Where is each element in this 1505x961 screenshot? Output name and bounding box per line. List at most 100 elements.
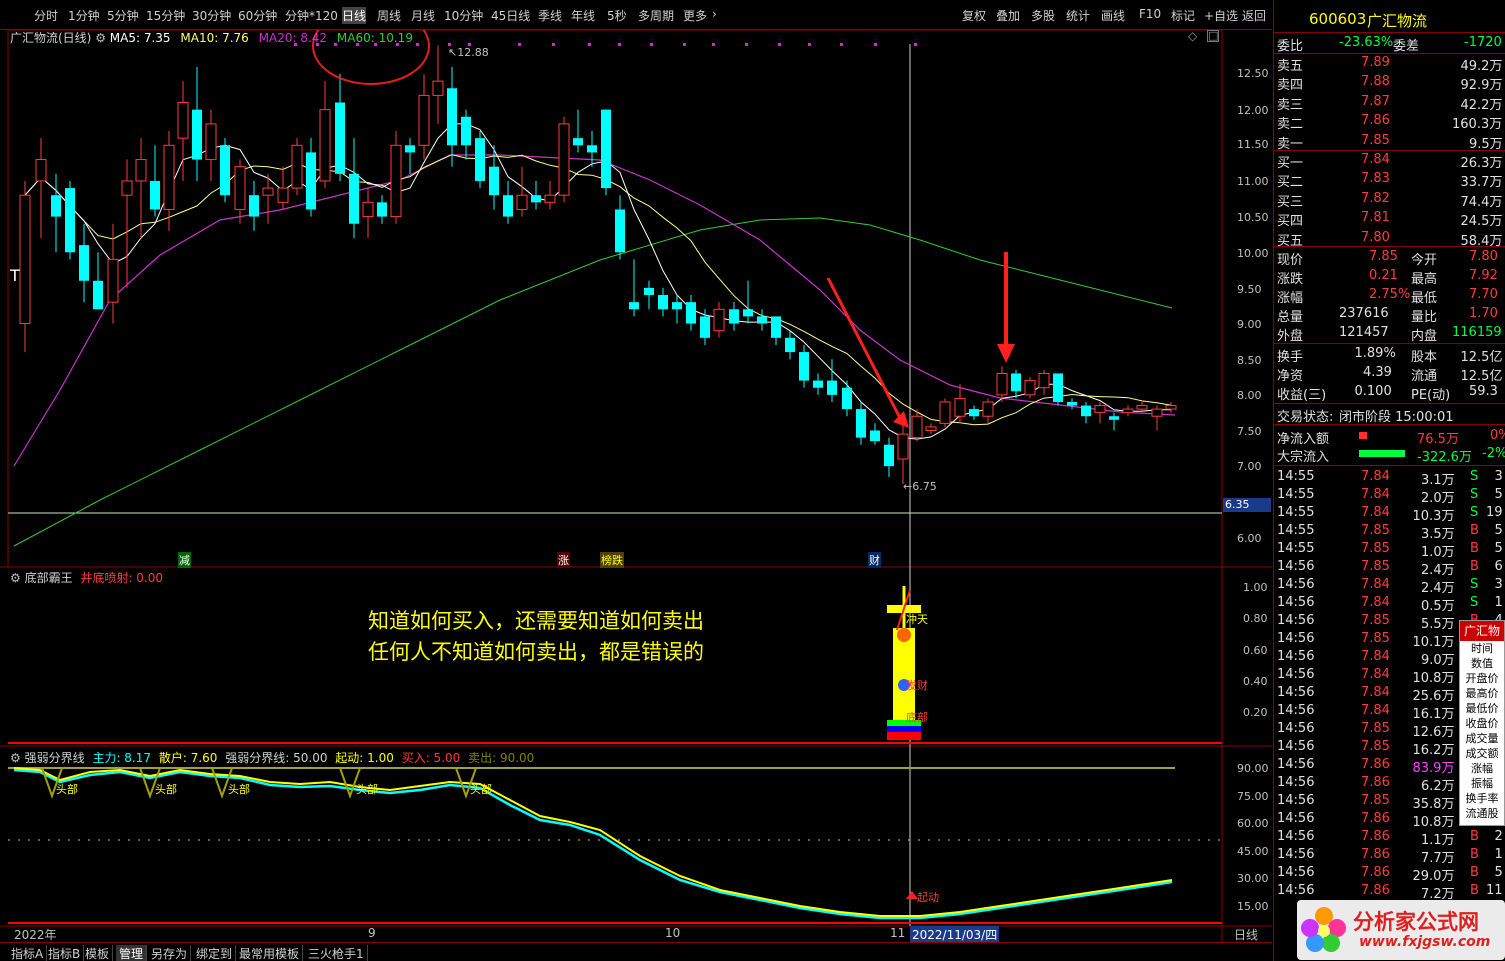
- candle-body: [1053, 373, 1063, 402]
- candle-body: [461, 116, 471, 146]
- tab-guanli[interactable]: 管理: [116, 945, 148, 961]
- period-45day[interactable]: 45日线: [491, 7, 530, 24]
- tick-time: 14:56: [1277, 775, 1315, 790]
- order-buy-row: 买三 7.82 74.4万: [1277, 190, 1505, 210]
- period-60min[interactable]: 60分钟: [238, 7, 277, 24]
- period-more[interactable]: 更多: [683, 7, 707, 24]
- candle-body: [432, 80, 444, 96]
- candle-body: [827, 380, 837, 395]
- popup-item[interactable]: 流通股: [1460, 806, 1504, 821]
- tick-time: 14:56: [1277, 883, 1315, 898]
- tick-time: 14:56: [1277, 685, 1315, 700]
- diamond-icon[interactable]: ◇: [1188, 29, 1197, 43]
- tab-zhibiao-b[interactable]: 指标B: [45, 945, 85, 961]
- settings-icon[interactable]: ⚙: [10, 751, 21, 765]
- popup-item[interactable]: 涨幅: [1460, 761, 1504, 776]
- maximize-icon[interactable]: □: [1207, 30, 1219, 42]
- settings-icon[interactable]: ⚙: [10, 571, 21, 585]
- period-15min[interactable]: 15分钟: [146, 7, 185, 24]
- block-inflow-pct: -2%: [1482, 446, 1505, 461]
- tab-lingcunwei[interactable]: 另存为: [148, 945, 192, 961]
- high-price-value: 12.88: [457, 46, 489, 59]
- popup-item[interactable]: 收盘价: [1460, 716, 1504, 731]
- start-label: 起动: [917, 891, 939, 904]
- tool-biaoji[interactable]: 标记: [1171, 7, 1195, 24]
- tick-count: 5: [1494, 541, 1503, 556]
- candle-body: [925, 426, 937, 431]
- tool-tongji[interactable]: 统计: [1066, 7, 1090, 24]
- period-multi[interactable]: 多周期: [638, 7, 674, 24]
- tool-huaxian[interactable]: 画线: [1101, 7, 1125, 24]
- marker-jian[interactable]: 减: [178, 552, 191, 568]
- tool-duogu[interactable]: 多股: [1031, 7, 1055, 24]
- candle-body: [349, 173, 359, 224]
- candle-body: [205, 123, 217, 161]
- tick-price: 7.85: [1361, 613, 1390, 628]
- data-popup-menu[interactable]: 广汇物流 时间 数值 开盘价 最高价 最低价 收盘价 成交量 成交额 涨幅 振幅…: [1459, 620, 1505, 826]
- period-5sec[interactable]: 5秒: [607, 7, 627, 24]
- tool-fuquan[interactable]: 复权: [962, 7, 986, 24]
- order-price: 7.88: [1361, 74, 1390, 90]
- popup-item[interactable]: 成交额: [1460, 746, 1504, 761]
- tool-diejia[interactable]: 叠加: [996, 7, 1020, 24]
- period-120min[interactable]: 分钟*120: [285, 7, 338, 24]
- tab-moban[interactable]: 模板: [82, 945, 114, 961]
- period-quarter[interactable]: 季线: [538, 7, 562, 24]
- signal-dot: [683, 43, 686, 46]
- marker-cai[interactable]: 财: [868, 552, 881, 568]
- order-sell-row: 卖一 7.85 9.5万: [1277, 132, 1505, 152]
- candle-body: [842, 387, 852, 410]
- popup-item[interactable]: 时间: [1460, 641, 1504, 656]
- period-daily[interactable]: 日线: [342, 7, 367, 24]
- period-fenshi[interactable]: 分时: [34, 7, 58, 24]
- tab-bangdingdao[interactable]: 绑定到: [193, 945, 237, 961]
- stat-label: 内盘: [1411, 329, 1438, 344]
- period-5min[interactable]: 5分钟: [107, 7, 139, 24]
- mairu-label: 买入: 5.00: [401, 751, 461, 765]
- period-monthly[interactable]: 月线: [411, 7, 435, 24]
- stat-row: 涨幅 2.75% 最低 7.70: [1277, 286, 1505, 306]
- tool-f10[interactable]: F10: [1139, 7, 1161, 21]
- tick-count: 5: [1494, 523, 1503, 538]
- popup-item[interactable]: 振幅: [1460, 776, 1504, 791]
- popup-item[interactable]: 最低价: [1460, 701, 1504, 716]
- annotation-line: 知道如何买入，还需要知道如何卖出: [368, 609, 704, 633]
- order-label: 卖三: [1277, 97, 1304, 113]
- period-1min[interactable]: 1分钟: [68, 7, 100, 24]
- tick-count: 1: [1494, 847, 1503, 862]
- stat-value: 1.89%: [1354, 346, 1396, 361]
- order-price: 7.87: [1361, 93, 1390, 109]
- popup-item[interactable]: 数值: [1460, 656, 1504, 671]
- candle-body: [629, 302, 639, 310]
- red-arrow-line: [826, 277, 902, 419]
- popup-item[interactable]: 最高价: [1460, 686, 1504, 701]
- candle-body: [177, 102, 189, 139]
- tick-side: S: [1470, 577, 1479, 592]
- price-tick: 9.00: [1237, 318, 1262, 331]
- head-label: 头部: [56, 783, 78, 796]
- tab-zhibiao-a[interactable]: 指标A: [8, 945, 48, 961]
- period-10min[interactable]: 10分钟: [444, 7, 483, 24]
- indicator1-tick: 0.40: [1243, 675, 1268, 688]
- period-weekly[interactable]: 周线: [377, 7, 401, 24]
- chevron-right-icon[interactable]: ›: [712, 7, 717, 21]
- tool-fanhui[interactable]: 返回: [1242, 7, 1266, 24]
- candle-body: [277, 187, 289, 203]
- chart-area[interactable]: [0, 30, 1272, 942]
- order-label: 卖二: [1277, 117, 1304, 133]
- period-year[interactable]: 年线: [571, 7, 595, 24]
- popup-item[interactable]: 换手率: [1460, 791, 1504, 806]
- tab-zuichangyong[interactable]: 最常用模板: [236, 945, 304, 961]
- period-30min[interactable]: 30分钟: [192, 7, 231, 24]
- marker-zhang[interactable]: 涨: [557, 552, 570, 568]
- marker-bangdie[interactable]: 榜跌: [600, 552, 624, 568]
- main-chart-frame: [7, 30, 1223, 568]
- settings-icon[interactable]: ⚙: [95, 31, 106, 45]
- popup-item[interactable]: 开盘价: [1460, 671, 1504, 686]
- tool-zixuan[interactable]: +自选: [1204, 7, 1238, 24]
- tick-price: 7.86: [1361, 847, 1390, 862]
- candle-body: [911, 415, 923, 439]
- candle-body: [1165, 405, 1177, 410]
- tab-sanhuoqiangshou[interactable]: 三火枪手1: [305, 945, 368, 961]
- popup-item[interactable]: 成交量: [1460, 731, 1504, 746]
